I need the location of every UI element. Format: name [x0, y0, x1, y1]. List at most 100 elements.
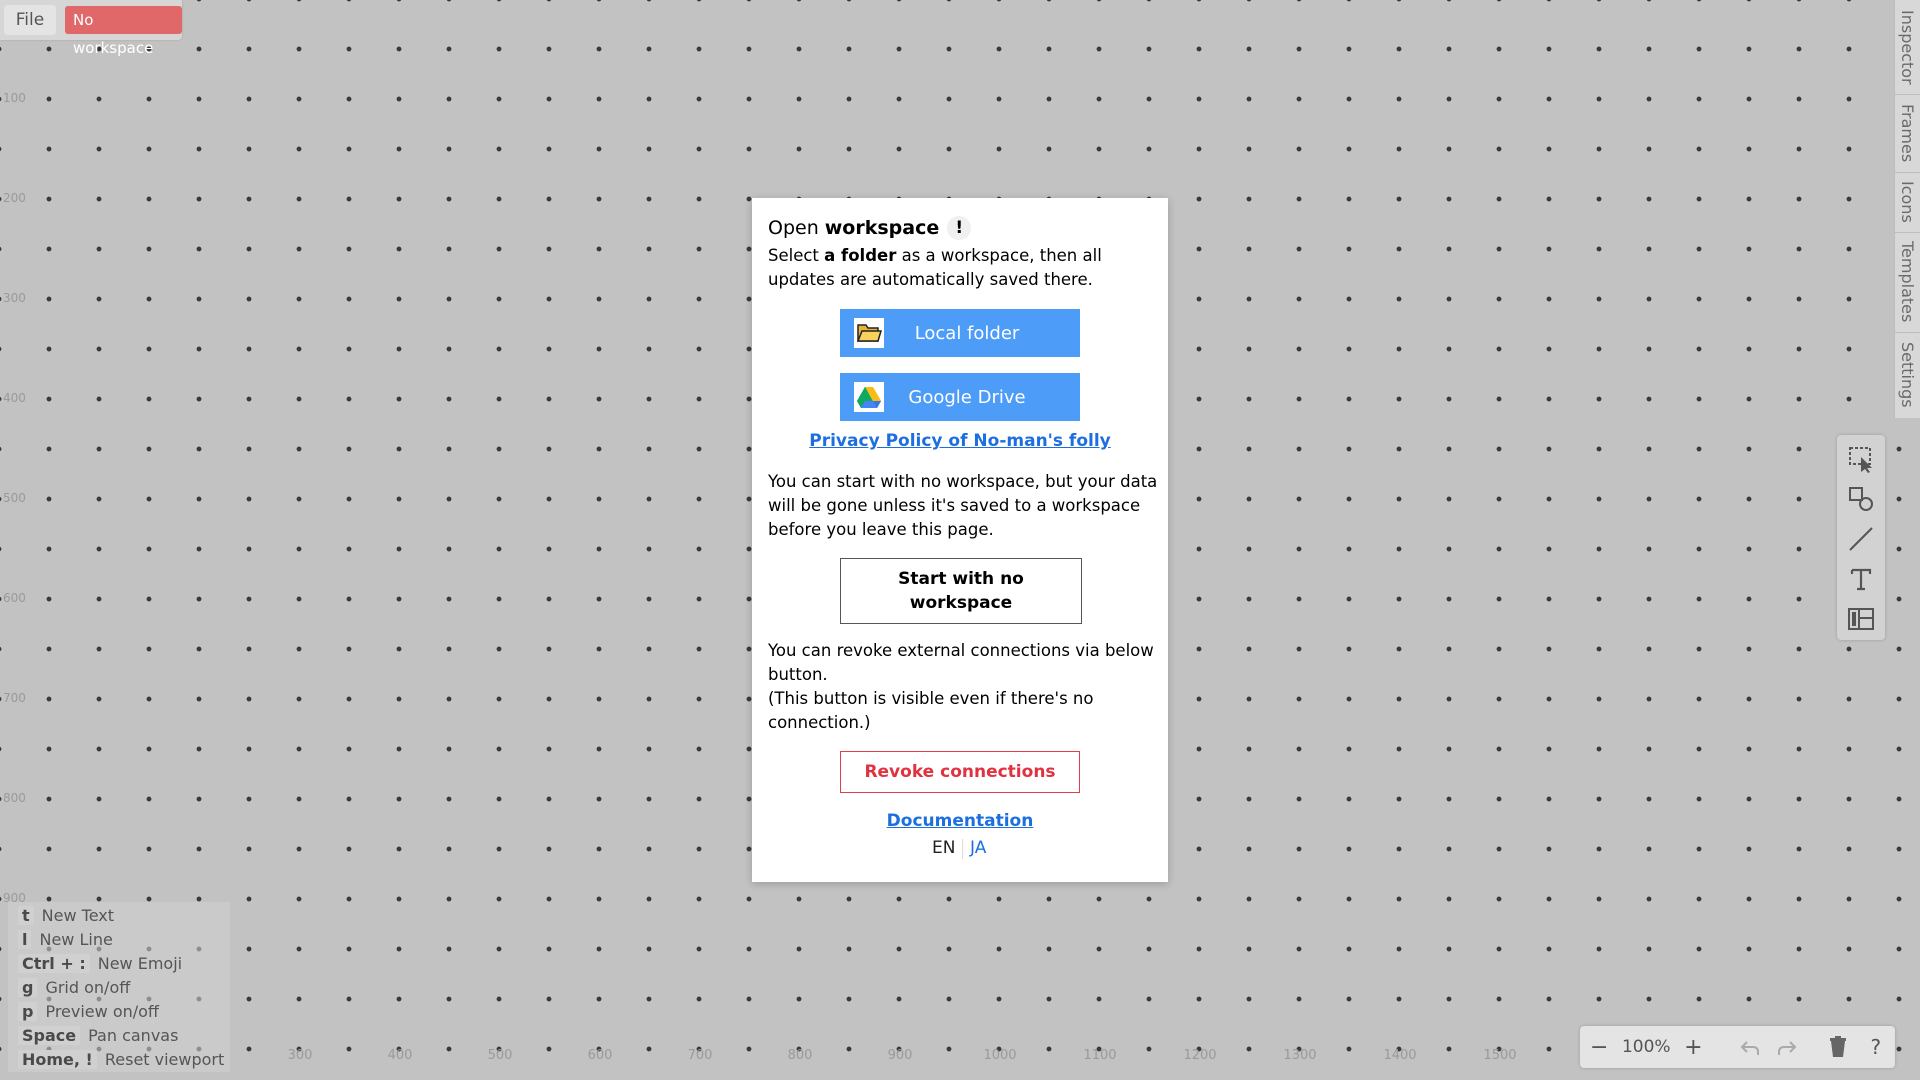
ruler-label: 300: [3, 291, 26, 305]
lang-en-option[interactable]: EN: [932, 838, 955, 858]
shortcut-key: l: [18, 929, 32, 949]
help-bubble[interactable]: !: [947, 216, 972, 240]
shortcut-label: Grid on/off: [45, 977, 131, 997]
lang-ja-option[interactable]: JA: [970, 838, 986, 858]
ruler-label: 1400: [1383, 1048, 1417, 1063]
shortcut-label: New Line: [39, 929, 113, 949]
file-menu-button[interactable]: File: [4, 5, 56, 35]
shortcut-label: Pan canvas: [88, 1025, 179, 1045]
ruler-label: 1200: [1183, 1048, 1217, 1063]
documentation-link[interactable]: Documentation: [752, 811, 1168, 831]
shortcut-key: Space: [18, 1025, 81, 1045]
start-no-workspace-label: Start with no workspace: [898, 569, 1024, 613]
zoom-toolbar: − 100% + ?: [1580, 1026, 1895, 1068]
revoke-connections-button[interactable]: Revoke connections: [840, 751, 1080, 793]
shortcut-label: Reset viewport: [104, 1049, 225, 1069]
intro-text-end: as a workspace, then all updates are aut…: [768, 246, 1102, 289]
shortcut-key: g: [18, 977, 38, 997]
ruler-label: 700: [3, 691, 26, 705]
shortcut-row: Ctrl + : New Emoji: [18, 952, 182, 974]
select-area-tool-button[interactable]: [1843, 441, 1879, 477]
shortcut-key: t: [18, 905, 34, 925]
tab-icons[interactable]: Icons: [1895, 172, 1920, 233]
folder-icon: [854, 318, 884, 348]
layout-tool-button[interactable]: [1843, 601, 1879, 637]
zoom-level[interactable]: 100%: [1618, 1026, 1674, 1068]
no-workspace-note: You can start with no workspace, but you…: [768, 472, 1158, 539]
ruler-label: 1000: [983, 1048, 1017, 1063]
zoom-out-button[interactable]: −: [1580, 1026, 1618, 1068]
shortcut-label: Preview on/off: [45, 1001, 159, 1021]
ruler-label: 1100: [1083, 1048, 1117, 1063]
undo-icon: [1740, 1041, 1759, 1055]
tab-inspector[interactable]: Inspector: [1895, 0, 1920, 95]
ruler-label: 500: [3, 491, 26, 505]
google-drive-label: Google Drive: [908, 386, 1026, 408]
tool-palette: [1837, 435, 1885, 640]
clear-button[interactable]: [1820, 1026, 1857, 1068]
redo-icon: [1777, 1041, 1796, 1055]
help-button[interactable]: ?: [1857, 1026, 1895, 1068]
ruler-label: 800: [787, 1048, 813, 1063]
zoom-in-button[interactable]: +: [1674, 1026, 1712, 1068]
shortcut-row: t New Text: [18, 904, 114, 926]
ruler-label: 300: [287, 1048, 313, 1063]
line-icon: [1849, 527, 1873, 551]
google-drive-icon: [854, 382, 884, 412]
shortcut-key: Home, !: [18, 1049, 97, 1069]
intro-text-start: Select: [768, 246, 819, 265]
select-area-icon: [1849, 447, 1872, 473]
shortcut-label: New Text: [41, 905, 114, 925]
shortcut-label: New Emoji: [97, 953, 183, 973]
revoke-note: You can revoke external connections via …: [768, 639, 1158, 735]
shortcut-legend: t New Text l New Line Ctrl + : New Emoji gG…: [8, 902, 230, 1072]
shortcut-key: Ctrl + :: [18, 953, 90, 973]
start-no-workspace-button[interactable]: Start with no workspace: [840, 558, 1082, 624]
ruler-label: 400: [3, 391, 26, 405]
text-tool-button[interactable]: [1843, 561, 1879, 597]
ruler-label: 500: [487, 1048, 513, 1063]
lang-divider: [962, 839, 963, 859]
shapes-tool-button[interactable]: [1843, 481, 1879, 517]
ruler-label: 1500: [1483, 1048, 1517, 1063]
shortcut-row: Home, ! Reset viewport: [18, 1048, 224, 1070]
shortcut-row: Space Pan canvas: [18, 1024, 178, 1046]
intro-text: Select a folder as a workspace, then all…: [768, 244, 1158, 292]
workspace-status-badge[interactable]: No workspace: [65, 6, 182, 57]
open-workspace-dialog: Open workspace ! Select a folder as a wo…: [752, 198, 1168, 882]
tab-templates[interactable]: Templates: [1895, 232, 1920, 333]
side-panel-tabs: Inspector Frames Icons Templates Setting…: [1894, 0, 1920, 418]
ruler-label: 900: [887, 1048, 913, 1063]
shortcut-row: l New Line: [18, 928, 113, 950]
revoke-note-line: (This button is visible even if there's …: [768, 689, 1094, 732]
title-prefix: Open: [768, 217, 819, 239]
text-icon: [1850, 568, 1872, 591]
shortcut-key: p: [18, 1001, 38, 1021]
ruler-label: 1300: [1283, 1048, 1317, 1063]
google-drive-button[interactable]: Google Drive: [840, 373, 1080, 421]
undo-button[interactable]: [1732, 1026, 1769, 1068]
shortcut-row: p Preview on/off: [18, 1000, 159, 1022]
trash-icon: [1830, 1036, 1847, 1057]
redo-button[interactable]: [1768, 1026, 1805, 1068]
ruler-label: 200: [3, 191, 26, 205]
ruler-label: 700: [687, 1048, 713, 1063]
divider: [1805, 1026, 1820, 1068]
tab-frames[interactable]: Frames: [1895, 94, 1920, 173]
privacy-policy-link[interactable]: Privacy Policy of No-man's folly: [752, 431, 1168, 451]
tab-settings[interactable]: Settings: [1895, 332, 1920, 418]
divider: [1713, 1026, 1732, 1068]
shortcut-row: g Grid on/off: [18, 976, 130, 998]
revoke-note-line: You can revoke external connections via …: [768, 641, 1154, 684]
top-toolbar: File No workspace: [0, 0, 182, 57]
ruler-label: 600: [587, 1048, 613, 1063]
ruler-label: 400: [387, 1048, 413, 1063]
line-tool-button[interactable]: [1843, 521, 1879, 557]
ruler-label: 100: [3, 91, 26, 105]
local-folder-button[interactable]: Local folder: [840, 309, 1080, 357]
layout-icon: [1848, 608, 1874, 630]
intro-text-bold: a folder: [824, 246, 897, 265]
ruler-label: 600: [3, 591, 26, 605]
ruler-label: 800: [3, 791, 26, 805]
shapes-icon: [1849, 487, 1873, 511]
